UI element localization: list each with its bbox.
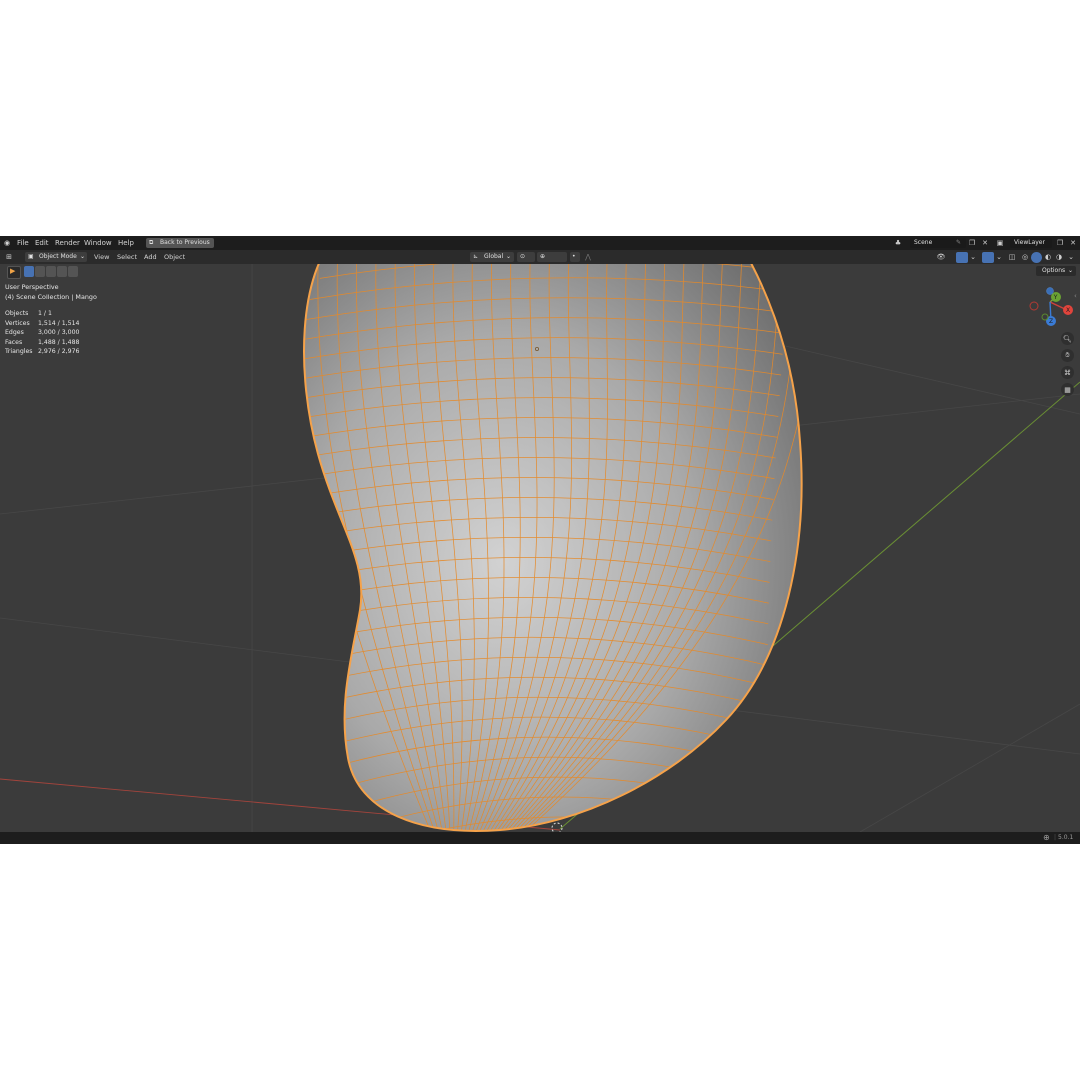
menu-view[interactable]: View	[94, 253, 109, 261]
pin-icon[interactable]: ✎	[956, 238, 961, 248]
menu-render[interactable]: Render	[55, 239, 80, 247]
chevron-down-icon: ⌄	[80, 253, 86, 260]
transform-orientation-dropdown[interactable]: ⊾ Global ⌄	[470, 252, 514, 262]
delete-view-layer-icon[interactable]: ✕	[1068, 238, 1078, 248]
back-to-previous-label: Back to Previous	[160, 239, 210, 246]
chevron-down-icon[interactable]: ⌄	[994, 252, 1004, 262]
view-layer-field[interactable]: ViewLayer	[1010, 238, 1052, 248]
menu-window[interactable]: Window	[84, 239, 112, 247]
visibility-icon[interactable]: 👁	[936, 252, 946, 262]
blender-logo-icon[interactable]: ◉	[4, 239, 10, 247]
wireframe-shading-icon[interactable]: ◎	[1020, 252, 1030, 262]
collection-label: (4) Scene Collection | Mango	[5, 293, 97, 301]
new-view-layer-icon[interactable]: ❐	[1055, 238, 1065, 248]
selection-mode-extend-button[interactable]	[35, 266, 45, 277]
pivot-icon: ⊙	[520, 253, 526, 260]
camera-view-button[interactable]: ⌘	[1061, 366, 1074, 379]
object-mode-icon: ▣	[28, 253, 34, 260]
snap-dropdown[interactable]: ⊕	[537, 252, 567, 262]
gizmo-x-label: X	[1066, 307, 1070, 314]
zoom-button[interactable]: 🔍︎	[1061, 332, 1074, 345]
menu-file[interactable]: File	[17, 239, 29, 247]
snap-icon: ⊕	[540, 253, 546, 260]
stat-faces: Faces 1,488 / 1,488	[5, 338, 80, 346]
menu-edit[interactable]: Edit	[35, 239, 49, 247]
gizmo-toggle-button[interactable]	[956, 251, 968, 263]
proportional-editing-button[interactable]: •	[570, 252, 580, 262]
options-label: Options	[1042, 267, 1066, 274]
view-layer-icon[interactable]: ▣	[995, 238, 1005, 248]
options-dropdown[interactable]: Options ⌄	[1036, 266, 1076, 276]
stat-edges: Edges 3,000 / 3,000	[5, 329, 80, 336]
globe-icon: ⊕	[1043, 833, 1050, 842]
perspective-toggle-button[interactable]: ▦	[1061, 383, 1074, 396]
stat-vertices: Vertices 1,514 / 1,514	[5, 319, 80, 327]
editor-type-icon[interactable]: ⊞	[4, 252, 14, 262]
falloff-icon[interactable]: ⋀	[583, 252, 593, 262]
grid-icon: ▦	[1064, 385, 1071, 394]
view-perspective-label: User Perspective	[5, 283, 59, 291]
3d-viewport[interactable]: Y X Z	[0, 264, 1080, 832]
tool-row: ▶	[0, 265, 200, 279]
mode-dropdown[interactable]: ▣ Object Mode ⌄	[25, 252, 87, 262]
new-scene-icon[interactable]: ❐	[967, 238, 977, 248]
chevron-left-icon[interactable]: ‹	[1074, 292, 1077, 300]
menu-add[interactable]: Add	[144, 253, 157, 261]
proportional-icon: •	[572, 253, 576, 260]
selection-mode-intersect-button[interactable]	[68, 266, 78, 277]
overlay-toggle-button[interactable]	[982, 251, 994, 263]
orientation-label: Global	[484, 253, 504, 260]
hand-icon: ✋︎	[1065, 351, 1070, 359]
mango-mesh[interactable]	[230, 264, 820, 832]
chevron-down-icon[interactable]: ⌄	[1066, 252, 1076, 262]
pivot-point-dropdown[interactable]: ⊙	[517, 252, 535, 262]
version-label: 5.0.1	[1058, 834, 1074, 841]
menu-help[interactable]: Help	[118, 239, 134, 247]
stat-triangles: Triangles 2,976 / 2,976	[5, 348, 80, 355]
scene-field[interactable]: Scene ✎	[910, 238, 966, 248]
menu-object[interactable]: Object	[164, 253, 185, 261]
chevron-down-icon: ⌄	[506, 253, 512, 260]
selection-mode-invert-button[interactable]	[57, 266, 67, 277]
back-to-previous-button[interactable]: ⧉ Back to Previous	[146, 238, 214, 248]
blender-window: ◉ File Edit Render Window Help ⧉ Back to…	[0, 236, 1080, 844]
stat-objects: Objects 1 / 1	[5, 310, 52, 317]
camera-icon: ⌘	[1064, 368, 1071, 377]
navigation-gizmo[interactable]: Y X Z	[1029, 287, 1073, 327]
selection-mode-subtract-button[interactable]	[46, 266, 56, 277]
3d-cursor[interactable]	[551, 822, 563, 832]
scene-icon[interactable]: ♣	[893, 238, 903, 248]
material-shading-icon[interactable]: ◐	[1043, 252, 1053, 262]
top-menu-bar: ◉ File Edit Render Window Help ⧉ Back to…	[0, 236, 1080, 250]
delete-scene-icon[interactable]: ✕	[980, 238, 990, 248]
mode-label: Object Mode	[39, 253, 77, 260]
zoom-icon: 🔍︎	[1063, 334, 1072, 343]
gizmo-z-label: Z	[1049, 318, 1053, 325]
pan-button[interactable]: ✋︎	[1061, 349, 1074, 362]
status-divider: |	[1054, 834, 1057, 841]
back-icon: ⧉	[149, 239, 154, 246]
cursor-arrow-icon: ▶	[10, 267, 16, 275]
viewport-header: ⊞ ▣ Object Mode ⌄ View Select Add Object…	[0, 250, 1080, 264]
gizmo-y-label: Y	[1053, 294, 1058, 301]
menu-select[interactable]: Select	[117, 253, 137, 261]
view-layer-name: ViewLayer	[1014, 239, 1045, 246]
rendered-shading-icon[interactable]: ◑	[1054, 252, 1064, 262]
scene-name: Scene	[914, 239, 933, 246]
selection-mode-new-button[interactable]	[24, 266, 34, 277]
chevron-down-icon: ⌄	[1068, 267, 1074, 274]
solid-shading-button[interactable]	[1031, 251, 1042, 263]
chevron-down-icon[interactable]: ⌄	[968, 252, 978, 262]
orientation-icon: ⊾	[473, 253, 479, 260]
status-bar: ⊕ | 5.0.1	[0, 832, 1080, 844]
xray-icon[interactable]: ◫	[1007, 252, 1017, 262]
